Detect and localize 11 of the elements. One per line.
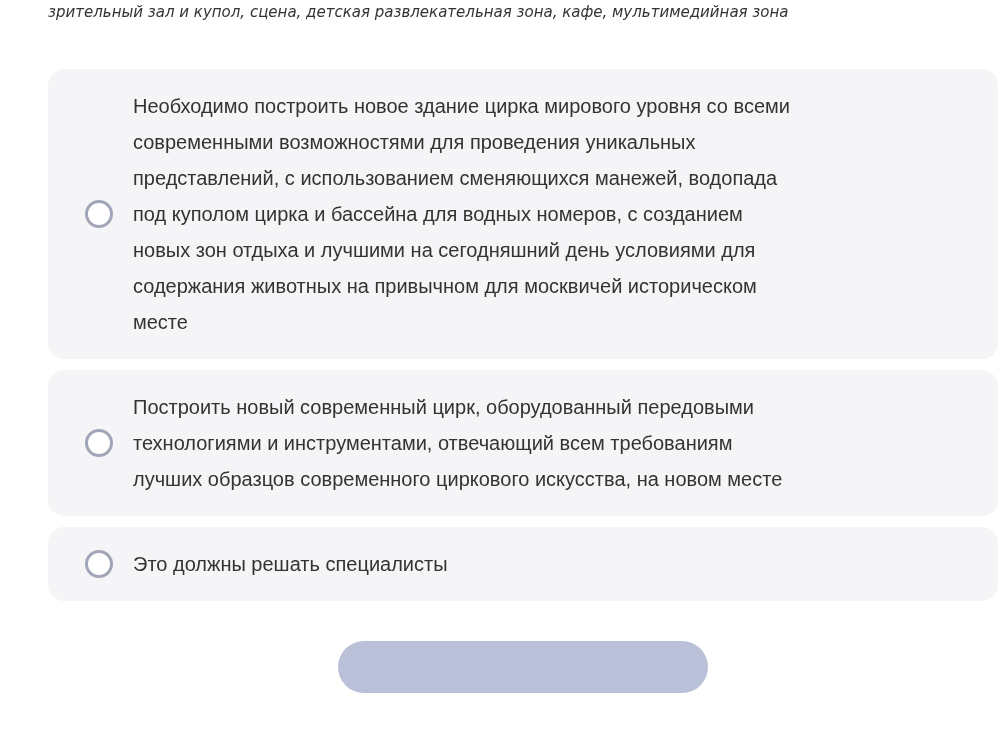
submit-button[interactable] bbox=[338, 641, 708, 693]
option-label: Это должны решать специалисты bbox=[133, 552, 448, 577]
radio-button[interactable] bbox=[85, 200, 113, 228]
answer-option[interactable]: Это должны решать специалисты bbox=[48, 527, 998, 601]
option-label: Необходимо построить новое здание цирка мирового уровня со всеми современными возможностями для проведения уникальных представлений, с использованием сменяющихся манежей, водопада под куполом цирка и бассейна для водных номеров, с созданием новых зон отдыха и лучшими на сегодняшний день условиями для содержания животных на привычном для москвичей историческом месте bbox=[133, 94, 791, 335]
radio-button[interactable] bbox=[85, 429, 113, 457]
answer-option[interactable]: Построить новый современный цирк, оборудованный передовыми технологиями и инструментами, отвечающий всем требованиям лучших образцов современного циркового искусства, на новом месте bbox=[48, 370, 998, 516]
intro-text: зрительный зал и купол, сцена, детская развлекательная зона, кафе, мультимедийная зона bbox=[48, 2, 790, 22]
radio-button[interactable] bbox=[85, 550, 113, 578]
option-label: Построить новый современный цирк, оборудованный передовыми технологиями и инструментами, отвечающий всем требованиям лучших образцов современного циркового искусства, на новом месте bbox=[133, 395, 784, 492]
answer-option[interactable] bbox=[48, 69, 998, 359]
